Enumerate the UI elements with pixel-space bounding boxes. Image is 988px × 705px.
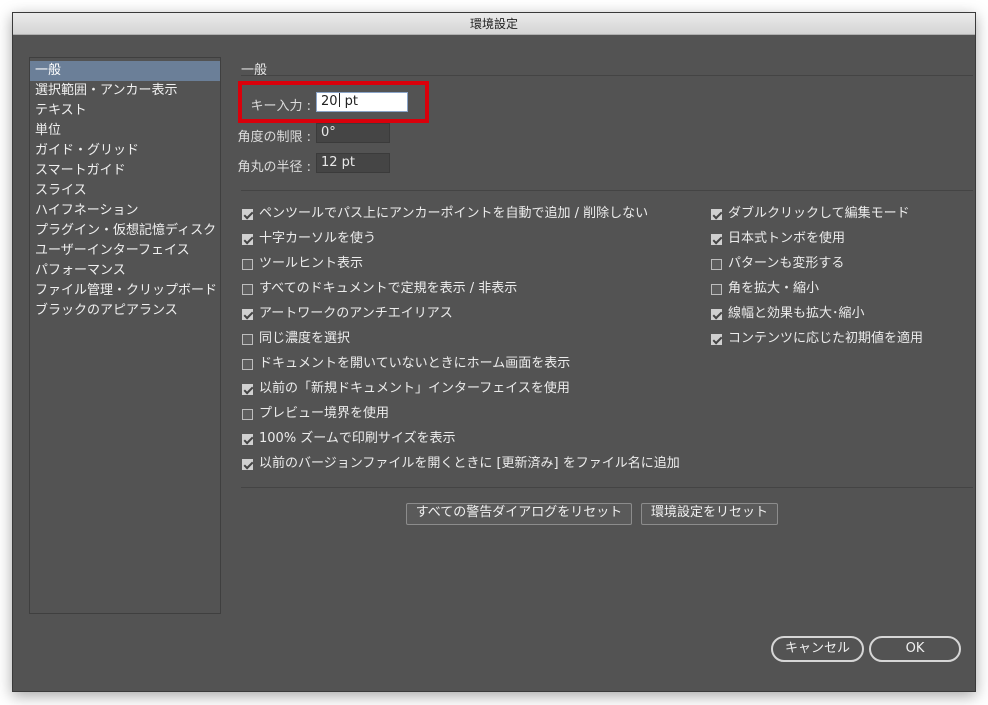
option-checkbox-row[interactable]: プレビュー境界を使用 bbox=[242, 405, 389, 423]
option-label: 100% ズームで印刷サイズを表示 bbox=[259, 431, 456, 446]
checkbox-unchecked-icon[interactable] bbox=[242, 358, 253, 370]
option-label: 十字カーソルを使う bbox=[259, 231, 377, 246]
option-label: ペンツールでパス上にアンカーポイントを自動で追加 / 削除しない bbox=[259, 206, 649, 221]
section-divider-middle bbox=[241, 190, 973, 191]
sidebar-item[interactable]: ファイル管理・クリップボード bbox=[30, 281, 220, 301]
window-titlebar[interactable]: 環境設定 bbox=[13, 13, 975, 35]
option-label: 以前の「新規ドキュメント」インターフェイスを使用 bbox=[259, 381, 570, 396]
option-label: ツールヒント表示 bbox=[259, 256, 364, 271]
option-checkbox-row[interactable]: 以前のバージョンファイルを開くときに [更新済み] をファイル名に追加 bbox=[242, 455, 680, 473]
highlight-annotation-box bbox=[238, 81, 429, 123]
option-label: 線幅と効果も拡大･縮小 bbox=[728, 306, 865, 321]
option-checkbox-row[interactable]: パターンも変形する bbox=[711, 255, 844, 273]
option-label: プレビュー境界を使用 bbox=[259, 406, 390, 421]
checkbox-unchecked-icon[interactable] bbox=[242, 408, 253, 420]
option-label: 日本式トンボを使用 bbox=[728, 231, 846, 246]
sidebar-item[interactable]: ブラックのアピアランス bbox=[30, 301, 220, 321]
option-checkbox-row[interactable]: コンテンツに応じた初期値を適用 bbox=[711, 330, 923, 348]
sidebar-item[interactable]: 選択範囲・アンカー表示 bbox=[30, 81, 220, 101]
checkbox-checked-icon[interactable] bbox=[242, 208, 253, 220]
sidebar-item[interactable]: スライス bbox=[30, 181, 220, 201]
sidebar-item[interactable]: ユーザーインターフェイス bbox=[30, 241, 220, 261]
option-label: 以前のバージョンファイルを開くときに [更新済み] をファイル名に追加 bbox=[259, 456, 680, 471]
option-label: 角を拡大・縮小 bbox=[728, 281, 820, 296]
option-checkbox-row[interactable]: 以前の「新規ドキュメント」インターフェイスを使用 bbox=[242, 380, 570, 398]
option-label: ドキュメントを開いていないときにホーム画面を表示 bbox=[259, 356, 571, 371]
checkbox-unchecked-icon[interactable] bbox=[242, 283, 253, 295]
category-sidebar: 一般 選択範囲・アンカー表示 テキスト 単位 ガイド・グリッド スマートガイド スライス ハイ… bbox=[29, 57, 221, 614]
checkbox-checked-icon[interactable] bbox=[242, 458, 253, 470]
section-divider-bottom bbox=[241, 487, 973, 488]
option-label: パターンも変形する bbox=[728, 256, 845, 271]
option-checkbox-row[interactable]: アートワークのアンチエイリアス bbox=[242, 305, 453, 323]
checkbox-unchecked-icon[interactable] bbox=[711, 283, 722, 295]
preferences-window: 環境設定 一般 選択範囲・アンカー表示 テキスト 単位 ガイド・グリッド スマートガイドス… bbox=[12, 12, 976, 692]
option-checkbox-row[interactable]: 角を拡大・縮小 bbox=[711, 280, 819, 298]
checkbox-unchecked-icon[interactable] bbox=[242, 333, 253, 345]
option-checkbox-row[interactable]: 十字カーソルを使う bbox=[242, 230, 376, 248]
constrain-angle-label: 角度の制限 : bbox=[237, 130, 311, 145]
sidebar-item[interactable]: テキスト bbox=[30, 101, 220, 121]
option-checkbox-row[interactable]: ダブルクリックして編集モード bbox=[711, 205, 910, 223]
sidebar-item[interactable]: スマートガイド bbox=[30, 161, 220, 181]
checkbox-checked-icon[interactable] bbox=[242, 433, 253, 445]
reset-warning-dialogs-button[interactable]: すべての警告ダイアログをリセット bbox=[406, 503, 632, 525]
sidebar-item[interactable]: 単位 bbox=[30, 121, 220, 141]
option-checkbox-row[interactable]: 同じ濃度を選択 bbox=[242, 330, 350, 348]
corner-radius-field[interactable]: 12 pt bbox=[316, 153, 390, 173]
option-label: すべてのドキュメントで定規を表示 / 非表示 bbox=[259, 281, 518, 296]
window-title: 環境設定 bbox=[469, 17, 518, 31]
checkbox-unchecked-icon[interactable] bbox=[242, 258, 253, 270]
option-checkbox-row[interactable]: ドキュメントを開いていないときにホーム画面を表示 bbox=[242, 355, 570, 373]
constrain-angle-field[interactable]: 0° bbox=[316, 123, 390, 143]
option-checkbox-row[interactable]: ペンツールでパス上にアンカーポイントを自動で追加 / 削除しない bbox=[242, 205, 648, 223]
cancel-button[interactable]: キャンセル bbox=[771, 636, 864, 662]
checkbox-unchecked-icon[interactable] bbox=[711, 258, 722, 270]
section-divider-top bbox=[241, 75, 973, 76]
checkbox-checked-icon[interactable] bbox=[711, 208, 722, 220]
option-label: ダブルクリックして編集モード bbox=[728, 206, 910, 221]
sidebar-item[interactable]: ハイフネーション bbox=[30, 201, 220, 221]
option-checkbox-row[interactable]: ツールヒント表示 bbox=[242, 255, 363, 273]
option-label: 同じ濃度を選択 bbox=[259, 331, 351, 346]
sidebar-item[interactable]: パフォーマンス bbox=[30, 261, 220, 281]
checkbox-checked-icon[interactable] bbox=[711, 233, 722, 245]
option-checkbox-row[interactable]: 100% ズームで印刷サイズを表示 bbox=[242, 430, 456, 448]
checkbox-checked-icon[interactable] bbox=[711, 333, 722, 345]
option-label: アートワークのアンチエイリアス bbox=[259, 306, 453, 321]
corner-radius-label: 角丸の半径 : bbox=[237, 160, 311, 175]
checkbox-checked-icon[interactable] bbox=[711, 308, 722, 320]
sidebar-item[interactable]: ガイド・グリッド bbox=[30, 141, 220, 161]
reset-preferences-button[interactable]: 環境設定をリセット bbox=[641, 503, 778, 525]
option-checkbox-row[interactable]: すべてのドキュメントで定規を表示 / 非表示 bbox=[242, 280, 517, 298]
option-checkbox-row[interactable]: 線幅と効果も拡大･縮小 bbox=[711, 305, 865, 323]
checkbox-checked-icon[interactable] bbox=[242, 308, 253, 320]
sidebar-item[interactable]: 一般 bbox=[30, 61, 220, 81]
sidebar-item[interactable]: プラグイン・仮想記憶ディスク bbox=[30, 221, 220, 241]
checkbox-checked-icon[interactable] bbox=[242, 233, 253, 245]
option-checkbox-row[interactable]: 日本式トンボを使用 bbox=[711, 230, 845, 248]
checkbox-checked-icon[interactable] bbox=[242, 383, 253, 395]
ok-button[interactable]: OK bbox=[869, 636, 961, 662]
option-label: コンテンツに応じた初期値を適用 bbox=[728, 331, 924, 346]
